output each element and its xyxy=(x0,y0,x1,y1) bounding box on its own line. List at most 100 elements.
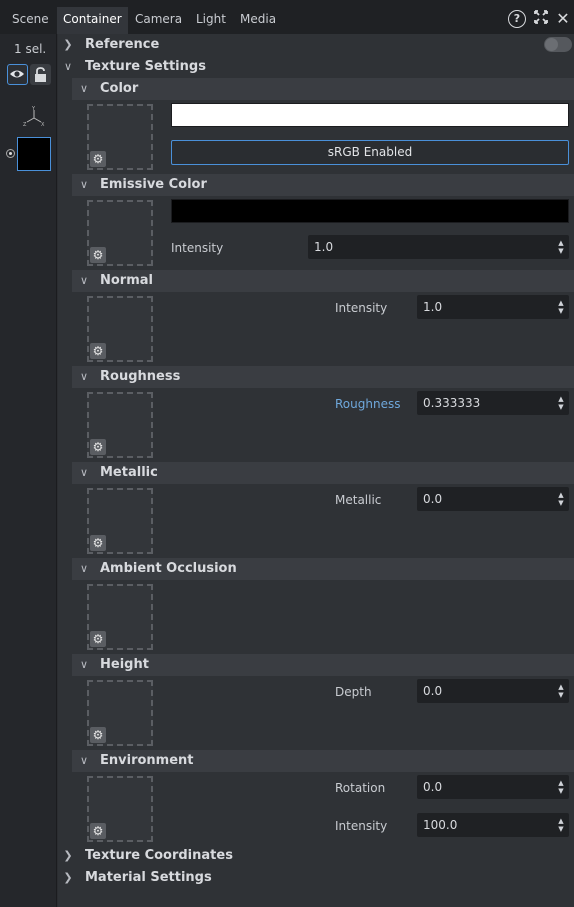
subsection-label: Ambient Occlusion xyxy=(100,561,237,576)
help-icon[interactable]: ? xyxy=(508,10,526,28)
chevron-right-icon: ❯ xyxy=(63,849,73,862)
subsection-label: Normal xyxy=(100,273,153,288)
roughness-label: Roughness xyxy=(335,397,401,411)
chevron-down-icon: ∨ xyxy=(79,658,89,671)
texture-slot-environment[interactable]: ⚙ xyxy=(87,776,153,842)
texture-slot-roughness[interactable]: ⚙ xyxy=(87,392,153,458)
normal-intensity-field[interactable]: 1.0 ▲ ▼ xyxy=(417,295,569,319)
section-label: Material Settings xyxy=(85,870,212,885)
reference-toggle[interactable] xyxy=(544,37,572,52)
spinner-icon[interactable]: ▲ ▼ xyxy=(557,779,565,795)
texture-slot-color[interactable]: ⚙ xyxy=(87,104,153,170)
gear-icon[interactable]: ⚙ xyxy=(90,343,106,359)
field-value: 100.0 xyxy=(423,818,458,832)
subsection-height[interactable]: ∨ Height xyxy=(72,654,574,676)
left-toolbar: 1 sel. Y Z X xyxy=(0,34,57,907)
selection-count: 1 sel. xyxy=(14,42,47,56)
subsection-environment[interactable]: ∨ Environment xyxy=(72,750,574,772)
emissive-color-swatch[interactable] xyxy=(171,199,569,223)
texture-slot-normal[interactable]: ⚙ xyxy=(87,296,153,362)
chevron-right-icon: ❯ xyxy=(63,871,73,884)
subsection-roughness[interactable]: ∨ Roughness xyxy=(72,366,574,388)
spinner-icon[interactable]: ▲ ▼ xyxy=(557,299,565,315)
section-material-settings[interactable]: ❯ Material Settings xyxy=(58,867,574,889)
metallic-label: Metallic xyxy=(335,493,382,507)
field-value: 0.0 xyxy=(423,780,443,794)
texture-slot-height[interactable]: ⚙ xyxy=(87,680,153,746)
svg-text:Z: Z xyxy=(23,122,27,128)
roughness-field[interactable]: 0.333333 ▲ ▼ xyxy=(417,391,569,415)
subsection-label: Roughness xyxy=(100,369,181,384)
subsection-emissive-color[interactable]: ∨ Emissive Color xyxy=(72,174,574,196)
section-reference[interactable]: ❯ Reference xyxy=(58,34,574,56)
spinner-icon[interactable]: ▲ ▼ xyxy=(557,491,565,507)
texture-slot-metallic[interactable]: ⚙ xyxy=(87,488,153,554)
subsection-ambient-occlusion[interactable]: ∨ Ambient Occlusion xyxy=(72,558,574,580)
chevron-down-icon: ∨ xyxy=(79,466,89,479)
visibility-toggle[interactable] xyxy=(7,64,28,85)
tab-container[interactable]: Container xyxy=(57,7,128,34)
subsection-label: Height xyxy=(100,657,149,672)
depth-label: Depth xyxy=(335,685,372,699)
chevron-down-icon: ∨ xyxy=(63,60,73,73)
tab-media[interactable]: Media xyxy=(234,7,282,31)
properties-panel: ❯ Reference ∨ Texture Settings ∨ Color ⚙… xyxy=(58,34,574,907)
environment-intensity-field[interactable]: 100.0 ▲ ▼ xyxy=(417,813,569,837)
material-thumbnail[interactable] xyxy=(17,137,51,171)
section-label: Texture Settings xyxy=(85,59,206,74)
rotation-label: Rotation xyxy=(335,781,386,795)
svg-text:Y: Y xyxy=(31,106,36,112)
spinner-icon[interactable]: ▲ ▼ xyxy=(557,817,565,833)
chevron-down-icon: ∨ xyxy=(79,370,89,383)
field-value: 0.333333 xyxy=(423,396,481,410)
spinner-icon[interactable]: ▲ ▼ xyxy=(557,683,565,699)
expand-icon[interactable] xyxy=(532,10,550,28)
subsection-label: Emissive Color xyxy=(100,177,207,192)
top-tab-bar: Scene Container Camera Light Media ? ✕ xyxy=(0,0,574,34)
gear-icon[interactable]: ⚙ xyxy=(90,247,106,263)
section-texture-settings[interactable]: ∨ Texture Settings xyxy=(58,56,574,78)
gear-icon[interactable]: ⚙ xyxy=(90,631,106,647)
gear-icon[interactable]: ⚙ xyxy=(90,823,106,839)
field-value: 0.0 xyxy=(423,492,443,506)
svg-text:X: X xyxy=(41,122,45,128)
gear-icon[interactable]: ⚙ xyxy=(90,439,106,455)
subsection-label: Metallic xyxy=(100,465,158,480)
emissive-intensity-field[interactable]: 1.0 ▲ ▼ xyxy=(308,235,569,259)
subsection-color[interactable]: ∨ Color xyxy=(72,78,574,100)
spinner-icon[interactable]: ▲ ▼ xyxy=(557,239,565,255)
lock-toggle[interactable] xyxy=(30,64,51,85)
gear-icon[interactable]: ⚙ xyxy=(90,535,106,551)
radio-indicator[interactable] xyxy=(6,149,15,158)
field-value: 0.0 xyxy=(423,684,443,698)
srgb-button[interactable]: sRGB Enabled xyxy=(171,140,569,165)
subsection-metallic[interactable]: ∨ Metallic xyxy=(72,462,574,484)
chevron-down-icon: ∨ xyxy=(79,274,89,287)
subsection-normal[interactable]: ∨ Normal xyxy=(72,270,574,292)
metallic-field[interactable]: 0.0 ▲ ▼ xyxy=(417,487,569,511)
axis-gizmo-icon: Y Z X xyxy=(22,106,46,128)
emissive-intensity-label: Intensity xyxy=(171,241,224,255)
normal-intensity-label: Intensity xyxy=(335,301,388,315)
color-swatch[interactable] xyxy=(171,103,569,127)
gear-icon[interactable]: ⚙ xyxy=(90,151,106,167)
rotation-field[interactable]: 0.0 ▲ ▼ xyxy=(417,775,569,799)
texture-slot-emissive[interactable]: ⚙ xyxy=(87,200,153,266)
section-label: Reference xyxy=(85,37,160,52)
depth-field[interactable]: 0.0 ▲ ▼ xyxy=(417,679,569,703)
tab-light[interactable]: Light xyxy=(190,7,232,31)
chevron-down-icon: ∨ xyxy=(79,178,89,191)
gear-icon[interactable]: ⚙ xyxy=(90,727,106,743)
chevron-down-icon: ∨ xyxy=(79,754,89,767)
section-texture-coordinates[interactable]: ❯ Texture Coordinates xyxy=(58,845,574,867)
spinner-icon[interactable]: ▲ ▼ xyxy=(557,395,565,411)
close-icon[interactable]: ✕ xyxy=(554,10,572,28)
tab-camera[interactable]: Camera xyxy=(129,7,188,31)
chevron-down-icon: ∨ xyxy=(79,82,89,95)
texture-slot-ambient-occlusion[interactable]: ⚙ xyxy=(87,584,153,650)
field-value: 1.0 xyxy=(423,300,443,314)
chevron-right-icon: ❯ xyxy=(63,38,73,51)
tab-scene[interactable]: Scene xyxy=(6,7,55,31)
subsection-label: Color xyxy=(100,81,139,96)
chevron-down-icon: ∨ xyxy=(79,562,89,575)
